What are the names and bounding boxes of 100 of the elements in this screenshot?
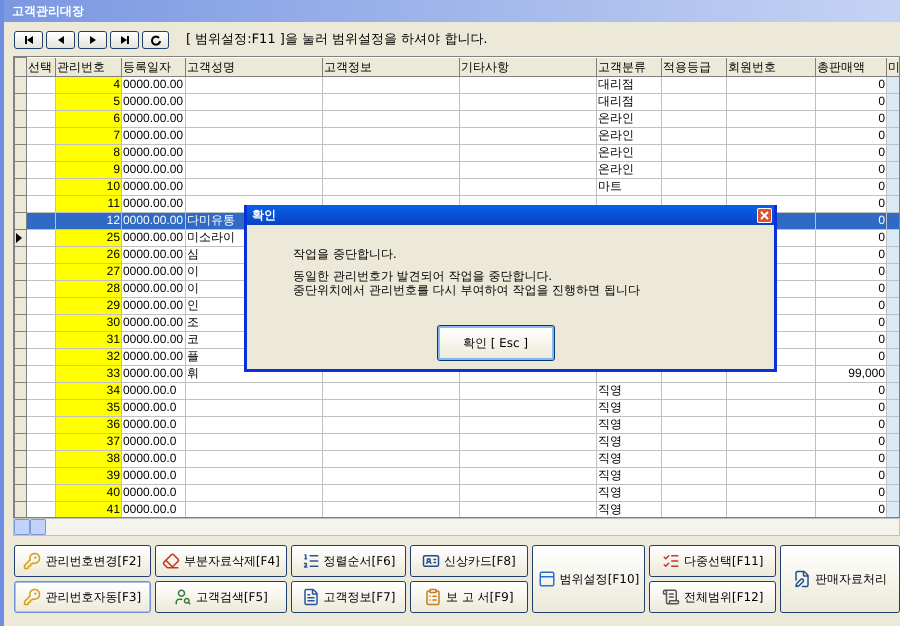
column-header[interactable]: 기타사항 (460, 58, 596, 76)
function-button[interactable]: 보 고 서[F9] (410, 581, 528, 613)
function-button[interactable]: 다중선택[F11] (649, 545, 776, 577)
table-cell: 0000.00.0 (122, 399, 186, 416)
function-button[interactable]: 신상카드[F8] (410, 545, 528, 577)
function-button[interactable]: 관리번호자동[F3] (14, 581, 151, 613)
table-cell: 대리점 (596, 93, 662, 110)
refresh-icon (150, 34, 162, 46)
table-cell: 4 (56, 76, 122, 93)
current-row-icon (15, 232, 23, 242)
table-cell: 0 (816, 297, 886, 314)
table-cell: 5 (56, 93, 122, 110)
column-header[interactable]: 고객분류 (596, 58, 662, 76)
table-cell: 0000.00.00 (122, 331, 186, 348)
table-cell: 직영 (596, 382, 662, 399)
button-icon (424, 588, 442, 606)
next-record-button[interactable] (78, 31, 107, 49)
ok-button[interactable]: 확인 [ Esc ] (436, 325, 554, 361)
scroll-left-button[interactable] (14, 519, 30, 535)
table-cell: 0000.00.0 (122, 416, 186, 433)
table-cell: 직영 (596, 416, 662, 433)
scroll-thumb[interactable] (30, 519, 46, 535)
table-cell: 0 (816, 229, 886, 246)
table-cell: 0 (816, 93, 886, 110)
table-cell: 0 (816, 246, 886, 263)
column-header[interactable]: 고객정보 (322, 58, 460, 76)
refresh-button[interactable] (142, 31, 169, 49)
button-icon (23, 552, 42, 570)
column-header[interactable]: 적용등급 (662, 58, 726, 76)
function-button[interactable]: 부분자료삭제[F4] (154, 545, 288, 577)
table-row[interactable]: 38 0000.00.0 직영 0 (14, 450, 899, 467)
table-cell: 0 (816, 348, 886, 365)
table-cell: 9 (56, 161, 122, 178)
table-cell: 0000.00.00 (122, 76, 186, 93)
button-icon (302, 588, 320, 606)
table-row[interactable]: 9 0000.00.00 온라인 0 (14, 161, 899, 178)
column-header[interactable]: 총판매액 (816, 58, 886, 76)
table-cell: 0 (816, 382, 886, 399)
function-button[interactable]: 고객정보[F7] (291, 581, 406, 613)
previous-record-button[interactable] (46, 31, 75, 49)
table-cell: 0000.00.00 (122, 93, 186, 110)
table-row[interactable]: 5 0000.00.00 대리점 0 (14, 93, 899, 110)
function-button[interactable]: 판매자료처리 (780, 545, 900, 613)
table-cell: 25 (56, 229, 122, 246)
table-cell: 0000.00.00 (122, 212, 186, 229)
window-title: 고객관리대장 (12, 3, 84, 20)
column-header[interactable]: 등록일자 (122, 58, 186, 76)
column-header[interactable]: 회원번호 (726, 58, 816, 76)
table-cell: 0000.00.00 (122, 110, 186, 127)
table-cell: 31 (56, 331, 122, 348)
horizontal-scrollbar[interactable] (13, 518, 900, 536)
function-button[interactable]: 범위설정[F10] (532, 545, 646, 613)
column-header[interactable]: 선택 (26, 58, 56, 76)
function-button[interactable]: 고객검색[F5] (154, 581, 288, 613)
button-icon (302, 552, 320, 570)
button-icon (174, 588, 192, 606)
table-cell: 0000.00.0 (122, 433, 186, 450)
table-cell: 0000.00.00 (122, 144, 186, 161)
column-header[interactable]: 고객성명 (186, 58, 322, 76)
column-header[interactable]: 미 (886, 58, 899, 76)
first-record-button[interactable] (14, 31, 43, 49)
table-row[interactable]: 8 0000.00.00 온라인 0 (14, 144, 899, 161)
function-button[interactable]: 정렬순서[F6] (291, 545, 406, 577)
table-cell: 0000.00.00 (122, 229, 186, 246)
table-row[interactable]: 40 0000.00.0 직영 0 (14, 484, 899, 501)
table-cell: 0000.00.00 (122, 348, 186, 365)
function-button[interactable]: 전체범위[F12] (649, 581, 776, 613)
table-cell: 0 (816, 178, 886, 195)
button-icon (662, 588, 680, 606)
table-cell: 0000.00.00 (122, 161, 186, 178)
column-header[interactable]: 관리번호 (56, 58, 122, 76)
button-icon (162, 552, 180, 570)
last-record-button[interactable] (110, 31, 139, 49)
table-cell: 39 (56, 467, 122, 484)
table-row[interactable]: 34 0000.00.0 직영 0 (14, 382, 899, 399)
table-cell: 0 (816, 195, 886, 212)
table-cell: 온라인 (596, 161, 662, 178)
table-row[interactable]: 10 0000.00.00 마트 0 (14, 178, 899, 195)
table-cell: 29 (56, 297, 122, 314)
button-icon (23, 588, 42, 606)
table-row[interactable]: 4 0000.00.00 대리점 0 (14, 76, 899, 93)
table-cell: 28 (56, 280, 122, 297)
table-row[interactable]: 36 0000.00.0 직영 0 (14, 416, 899, 433)
table-cell: 0000.00.00 (122, 178, 186, 195)
table-cell: 0 (816, 314, 886, 331)
table-cell: 0 (816, 263, 886, 280)
close-button[interactable] (757, 208, 772, 222)
table-cell: 0000.00.00 (122, 127, 186, 144)
table-cell: 41 (56, 501, 122, 517)
table-cell: 온라인 (596, 110, 662, 127)
last-icon (118, 34, 130, 46)
row-indicator[interactable] (14, 229, 26, 246)
close-icon (760, 210, 769, 220)
table-row[interactable]: 37 0000.00.0 직영 0 (14, 433, 899, 450)
table-row[interactable]: 39 0000.00.0 직영 0 (14, 467, 899, 484)
table-row[interactable]: 7 0000.00.00 온라인 0 (14, 127, 899, 144)
table-cell: 0 (816, 76, 886, 93)
function-button[interactable]: 관리번호변경[F2] (14, 545, 151, 577)
table-row[interactable]: 35 0000.00.0 직영 0 (14, 399, 899, 416)
table-row[interactable]: 6 0000.00.00 온라인 0 (14, 110, 899, 127)
